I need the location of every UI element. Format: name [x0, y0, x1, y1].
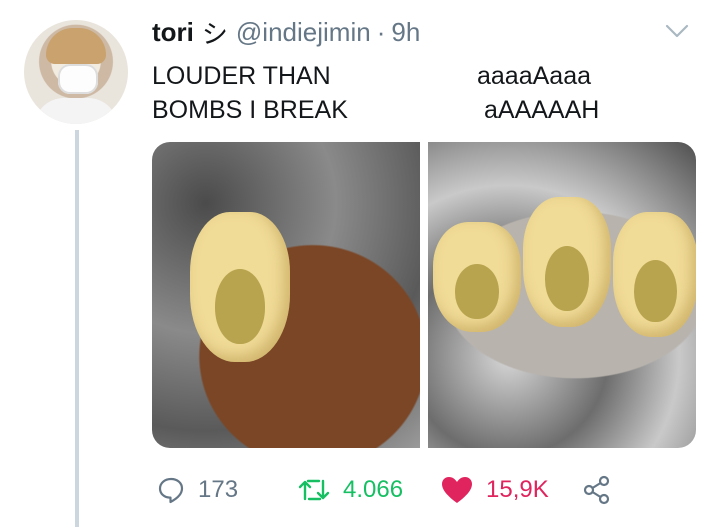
- share-button[interactable]: [582, 470, 612, 510]
- retweet-count: 4.066: [343, 476, 404, 503]
- chevron-down-icon[interactable]: [664, 22, 690, 40]
- like-count: 15,9K: [486, 476, 549, 503]
- reply-button[interactable]: 173: [156, 470, 238, 510]
- pasta-mouth: [634, 259, 677, 322]
- tweet-text-line2-right: aAAAAAH: [484, 96, 600, 124]
- pasta-mouth: [215, 269, 265, 344]
- pasta-shell: [433, 222, 521, 332]
- display-name[interactable]: tori: [152, 17, 194, 48]
- tweet-header: tori シ @indiejimin · 9h: [152, 15, 420, 49]
- media-image-right[interactable]: [428, 142, 696, 448]
- heart-icon: [442, 477, 472, 503]
- pasta-mouth: [455, 263, 499, 319]
- thread-line: [75, 130, 79, 527]
- tweet-text-line1-right: aaaaAaaa: [477, 62, 592, 90]
- tweet-text-line1-left: LOUDER THAN: [152, 62, 331, 90]
- retweet-button[interactable]: 4.066: [297, 470, 403, 510]
- like-button[interactable]: 15,9K: [440, 470, 549, 510]
- tweet-actions: 173 4.066 15,9K: [152, 470, 712, 510]
- avatar[interactable]: [24, 20, 128, 124]
- separator-dot: ·: [376, 16, 386, 47]
- reply-count: 173: [198, 476, 239, 503]
- share-icon: [583, 475, 610, 505]
- avatar-shirt: [34, 98, 118, 124]
- pasta-shell: [613, 212, 696, 337]
- pasta-shell: [523, 197, 611, 327]
- tweet-text-line2-left: BOMBS I BREAK: [152, 96, 348, 124]
- user-handle[interactable]: @indiejimin: [236, 17, 371, 48]
- reply-icon: [158, 477, 184, 504]
- retweet-icon: [298, 479, 330, 501]
- avatar-hair: [46, 28, 106, 64]
- media-image-left[interactable]: [152, 142, 420, 448]
- tweet-media[interactable]: [152, 142, 696, 448]
- pasta-shell: [190, 212, 290, 362]
- name-symbol: シ: [201, 18, 228, 49]
- avatar-mask: [58, 64, 98, 94]
- timestamp[interactable]: 9h: [391, 17, 420, 48]
- pasta-mouth: [545, 246, 589, 312]
